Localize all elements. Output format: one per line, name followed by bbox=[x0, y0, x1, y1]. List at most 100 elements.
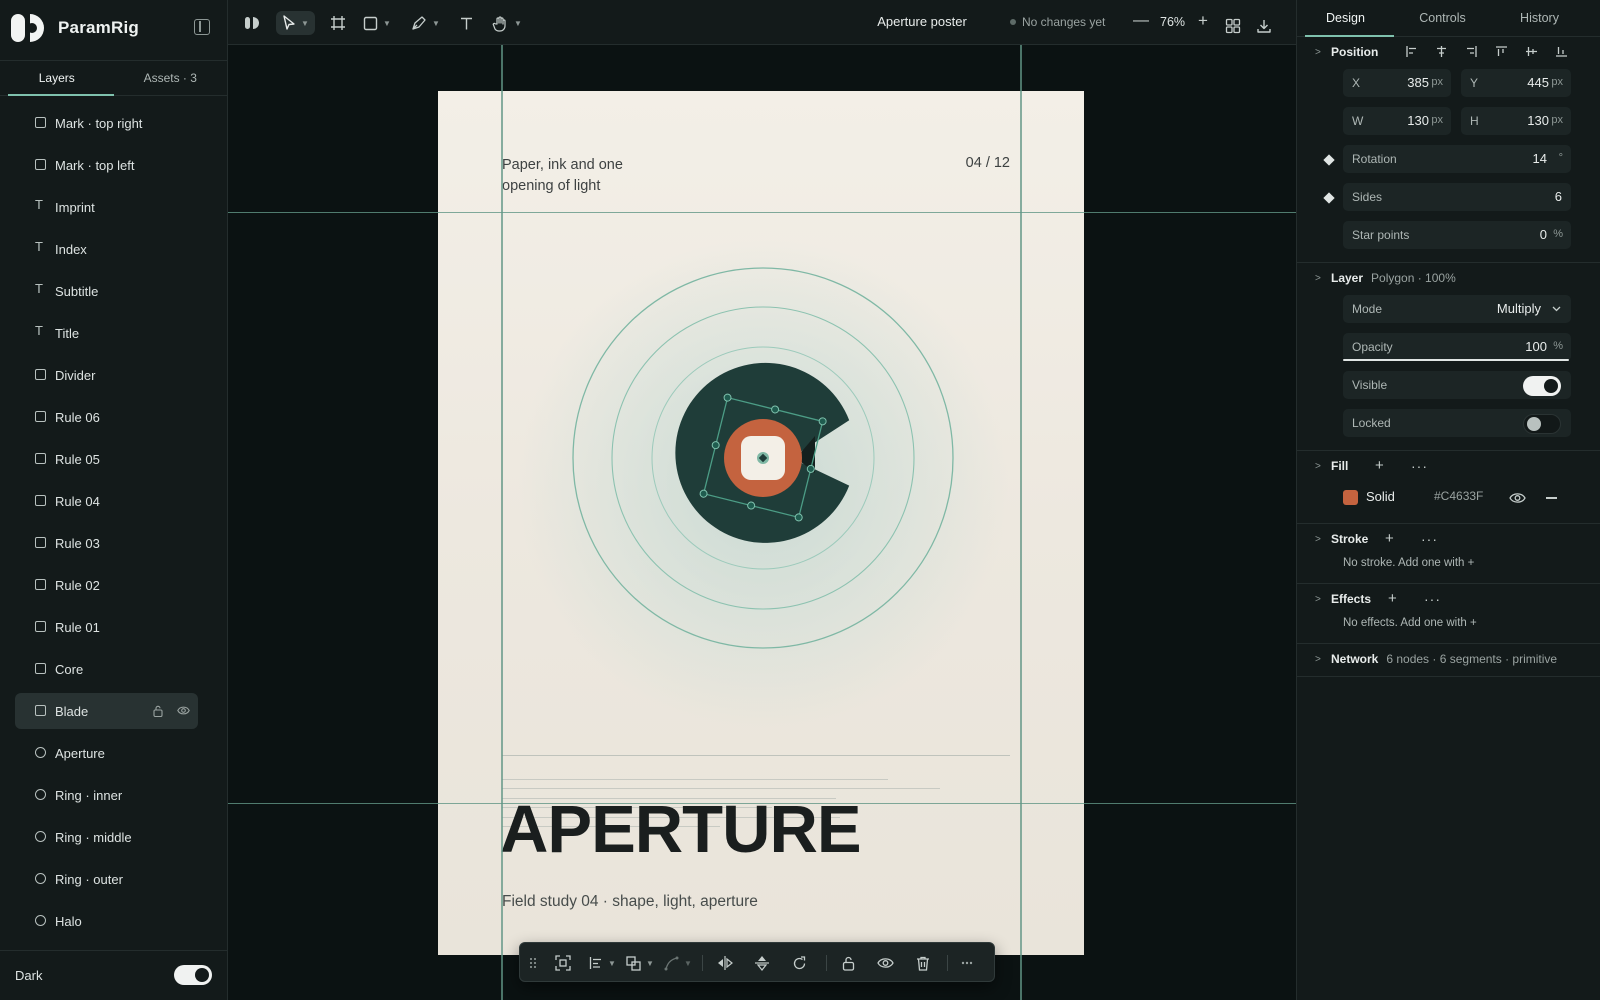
stroke-more-options-icon[interactable]: ··· bbox=[1421, 532, 1438, 546]
star-points-field[interactable]: Star points 0 % bbox=[1343, 221, 1571, 249]
grid-view-button[interactable] bbox=[1225, 14, 1241, 38]
zoom-out-button[interactable]: — bbox=[1133, 13, 1149, 29]
layer-item[interactable]: Ring · inner bbox=[15, 777, 198, 813]
visible-toggle[interactable] bbox=[1523, 376, 1561, 396]
zoom-in-button[interactable]: + bbox=[1198, 12, 1208, 30]
locked-toggle[interactable] bbox=[1523, 414, 1561, 434]
layer-item[interactable]: Halo bbox=[15, 903, 198, 939]
align-left-icon[interactable] bbox=[1406, 46, 1417, 57]
fill-hex[interactable]: #C4633F bbox=[1434, 489, 1483, 503]
poster-subtitle[interactable]: Paper, ink and one opening of light bbox=[502, 155, 652, 197]
flip-horizontal-icon[interactable] bbox=[717, 955, 733, 971]
shape-tool[interactable]: ▼ bbox=[363, 11, 391, 35]
rotate-icon[interactable] bbox=[792, 955, 807, 971]
focus-selection-icon[interactable] bbox=[555, 955, 571, 971]
layer-item[interactable]: Mark · top left bbox=[15, 147, 198, 183]
sides-field[interactable]: Sides 6 bbox=[1343, 183, 1571, 211]
select-tool[interactable]: ▼ bbox=[276, 11, 315, 35]
stroke-section-header[interactable]: > Stroke bbox=[1315, 532, 1368, 546]
pivot-handle[interactable] bbox=[757, 452, 769, 464]
tab-design[interactable]: Design bbox=[1297, 0, 1394, 37]
align-center-horizontal-icon[interactable] bbox=[1436, 46, 1447, 57]
export-button[interactable] bbox=[1256, 14, 1272, 38]
tab-assets[interactable]: Assets · 3 bbox=[114, 61, 228, 95]
canvas[interactable]: Paper, ink and one opening of light 04 /… bbox=[228, 45, 1296, 1000]
divider[interactable] bbox=[502, 755, 1010, 756]
tab-controls[interactable]: Controls bbox=[1394, 0, 1491, 36]
fill-type[interactable]: Solid bbox=[1366, 489, 1395, 504]
guide-vertical-right[interactable] bbox=[1020, 45, 1022, 1000]
guide-horizontal-top[interactable] bbox=[228, 212, 1296, 213]
layer-item[interactable]: Rule 03 bbox=[15, 525, 198, 561]
layer-item[interactable]: Ring · outer bbox=[15, 861, 198, 897]
layer-item[interactable]: T Imprint bbox=[15, 189, 198, 225]
zoom-level[interactable]: 76% bbox=[1160, 15, 1185, 29]
pen-tool[interactable]: ▼ bbox=[411, 11, 440, 35]
keyframe-diamond-icon[interactable] bbox=[1323, 154, 1335, 166]
poster-artboard[interactable]: Paper, ink and one opening of light 04 /… bbox=[438, 91, 1084, 955]
layer-item[interactable]: Rule 01 bbox=[15, 609, 198, 645]
unlock-icon[interactable] bbox=[842, 955, 855, 971]
guide-horizontal-bottom[interactable] bbox=[228, 803, 1296, 804]
visibility-eye-icon[interactable] bbox=[877, 955, 894, 971]
effects-section-header[interactable]: > Effects bbox=[1315, 592, 1371, 606]
drag-handle-icon[interactable] bbox=[529, 955, 537, 971]
layer-item[interactable]: T Title bbox=[15, 315, 198, 351]
unlock-icon[interactable] bbox=[153, 705, 163, 717]
fill-visibility-eye-icon[interactable] bbox=[1509, 492, 1526, 504]
align-bottom-icon[interactable] bbox=[1556, 46, 1567, 57]
collapse-sidebar-icon[interactable] bbox=[194, 19, 210, 35]
blend-mode-select[interactable]: Mode Multiply bbox=[1343, 295, 1571, 323]
poster-title[interactable]: APERTURE bbox=[500, 794, 862, 866]
add-stroke-button[interactable]: + bbox=[1385, 531, 1394, 546]
tab-layers[interactable]: Layers bbox=[0, 61, 114, 96]
fill-more-options-icon[interactable]: ··· bbox=[1411, 459, 1428, 473]
delete-trash-icon[interactable] bbox=[916, 955, 930, 971]
width-field[interactable]: W 130 px bbox=[1343, 107, 1451, 135]
layer-item[interactable]: Mark · top right bbox=[15, 105, 198, 141]
layer-item[interactable]: Divider bbox=[15, 357, 198, 393]
app-menu-icon[interactable] bbox=[244, 11, 260, 35]
y-field[interactable]: Y 445 px bbox=[1461, 69, 1571, 97]
layer-item[interactable]: Core bbox=[15, 651, 198, 687]
layer-item[interactable]: Rule 02 bbox=[15, 567, 198, 603]
add-effect-button[interactable]: + bbox=[1388, 591, 1397, 606]
fill-section-header[interactable]: > Fill bbox=[1315, 459, 1348, 473]
height-field[interactable]: H 130 px bbox=[1461, 107, 1571, 135]
effects-more-options-icon[interactable]: ··· bbox=[1424, 592, 1441, 606]
x-field[interactable]: X 385 px bbox=[1343, 69, 1451, 97]
align-center-vertical-icon[interactable] bbox=[1526, 46, 1537, 57]
flip-vertical-icon[interactable] bbox=[755, 955, 769, 971]
poster-index[interactable]: 04 / 12 bbox=[948, 155, 1010, 171]
rotation-field[interactable]: Rotation 14 ° bbox=[1343, 145, 1571, 173]
layer-item[interactable]: Blade bbox=[15, 693, 198, 729]
rule-02[interactable] bbox=[502, 788, 940, 789]
more-options-icon[interactable] bbox=[961, 955, 973, 971]
guide-vertical-left[interactable] bbox=[501, 45, 503, 1000]
layer-item[interactable]: Rule 06 bbox=[15, 399, 198, 435]
layer-item[interactable]: Rule 04 bbox=[15, 483, 198, 519]
add-fill-button[interactable]: + bbox=[1375, 458, 1384, 473]
keyframe-diamond-icon[interactable] bbox=[1323, 192, 1335, 204]
layer-item[interactable]: T Subtitle bbox=[15, 273, 198, 309]
align-right-icon[interactable] bbox=[1466, 46, 1477, 57]
text-tool[interactable] bbox=[459, 11, 474, 35]
eye-icon[interactable] bbox=[177, 705, 190, 716]
align-menu-icon[interactable]: ▼ bbox=[589, 955, 616, 971]
rule-01[interactable] bbox=[502, 779, 888, 780]
document-title[interactable]: Aperture poster bbox=[872, 14, 972, 29]
dark-mode-toggle[interactable] bbox=[174, 965, 212, 985]
opacity-slider-bar[interactable] bbox=[1343, 359, 1569, 361]
path-menu-icon[interactable]: ▼ bbox=[664, 955, 692, 971]
layer-item[interactable]: T Index bbox=[15, 231, 198, 267]
align-top-icon[interactable] bbox=[1496, 46, 1507, 57]
network-section-header[interactable]: > Network 6 nodes · 6 segments · primiti… bbox=[1315, 652, 1557, 666]
layer-item[interactable]: Rule 05 bbox=[15, 441, 198, 477]
hand-tool[interactable]: ▼ bbox=[492, 11, 522, 35]
poster-imprint[interactable]: Field study 04 · shape, light, aperture bbox=[502, 893, 758, 911]
tab-history[interactable]: History bbox=[1491, 0, 1588, 36]
layer-item[interactable]: Ring · middle bbox=[15, 819, 198, 855]
layer-item[interactable]: Aperture bbox=[15, 735, 198, 771]
frame-tool[interactable] bbox=[330, 11, 346, 35]
boolean-menu-icon[interactable]: ▼ bbox=[626, 955, 654, 971]
